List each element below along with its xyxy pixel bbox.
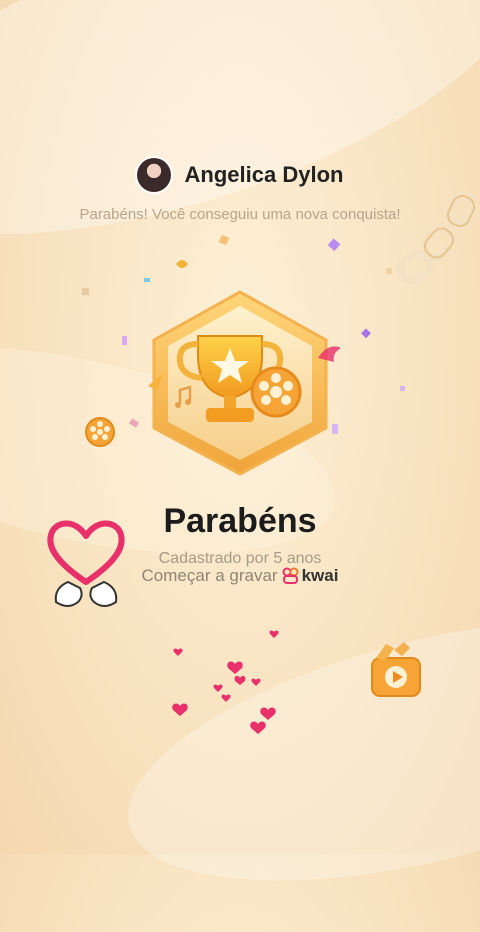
avatar[interactable] <box>136 158 171 192</box>
kwai-brand: kwai <box>301 566 339 585</box>
camera-icon <box>371 642 421 697</box>
start-recording-label: Começar a gravar <box>141 566 278 585</box>
film-reel-icon <box>85 417 115 447</box>
kwai-logo-icon <box>282 567 299 584</box>
user-header: Angelica Dylon <box>0 158 480 192</box>
achievement-subtitle: Parabéns! Você conseguiu uma nova conqui… <box>79 206 401 223</box>
heart-hands-icon <box>47 520 125 607</box>
floating-hearts-icon <box>172 630 279 734</box>
trophy-badge-icon <box>148 290 340 476</box>
kwai-logo: kwai <box>282 566 339 586</box>
username: Angelica Dylon <box>184 162 344 187</box>
